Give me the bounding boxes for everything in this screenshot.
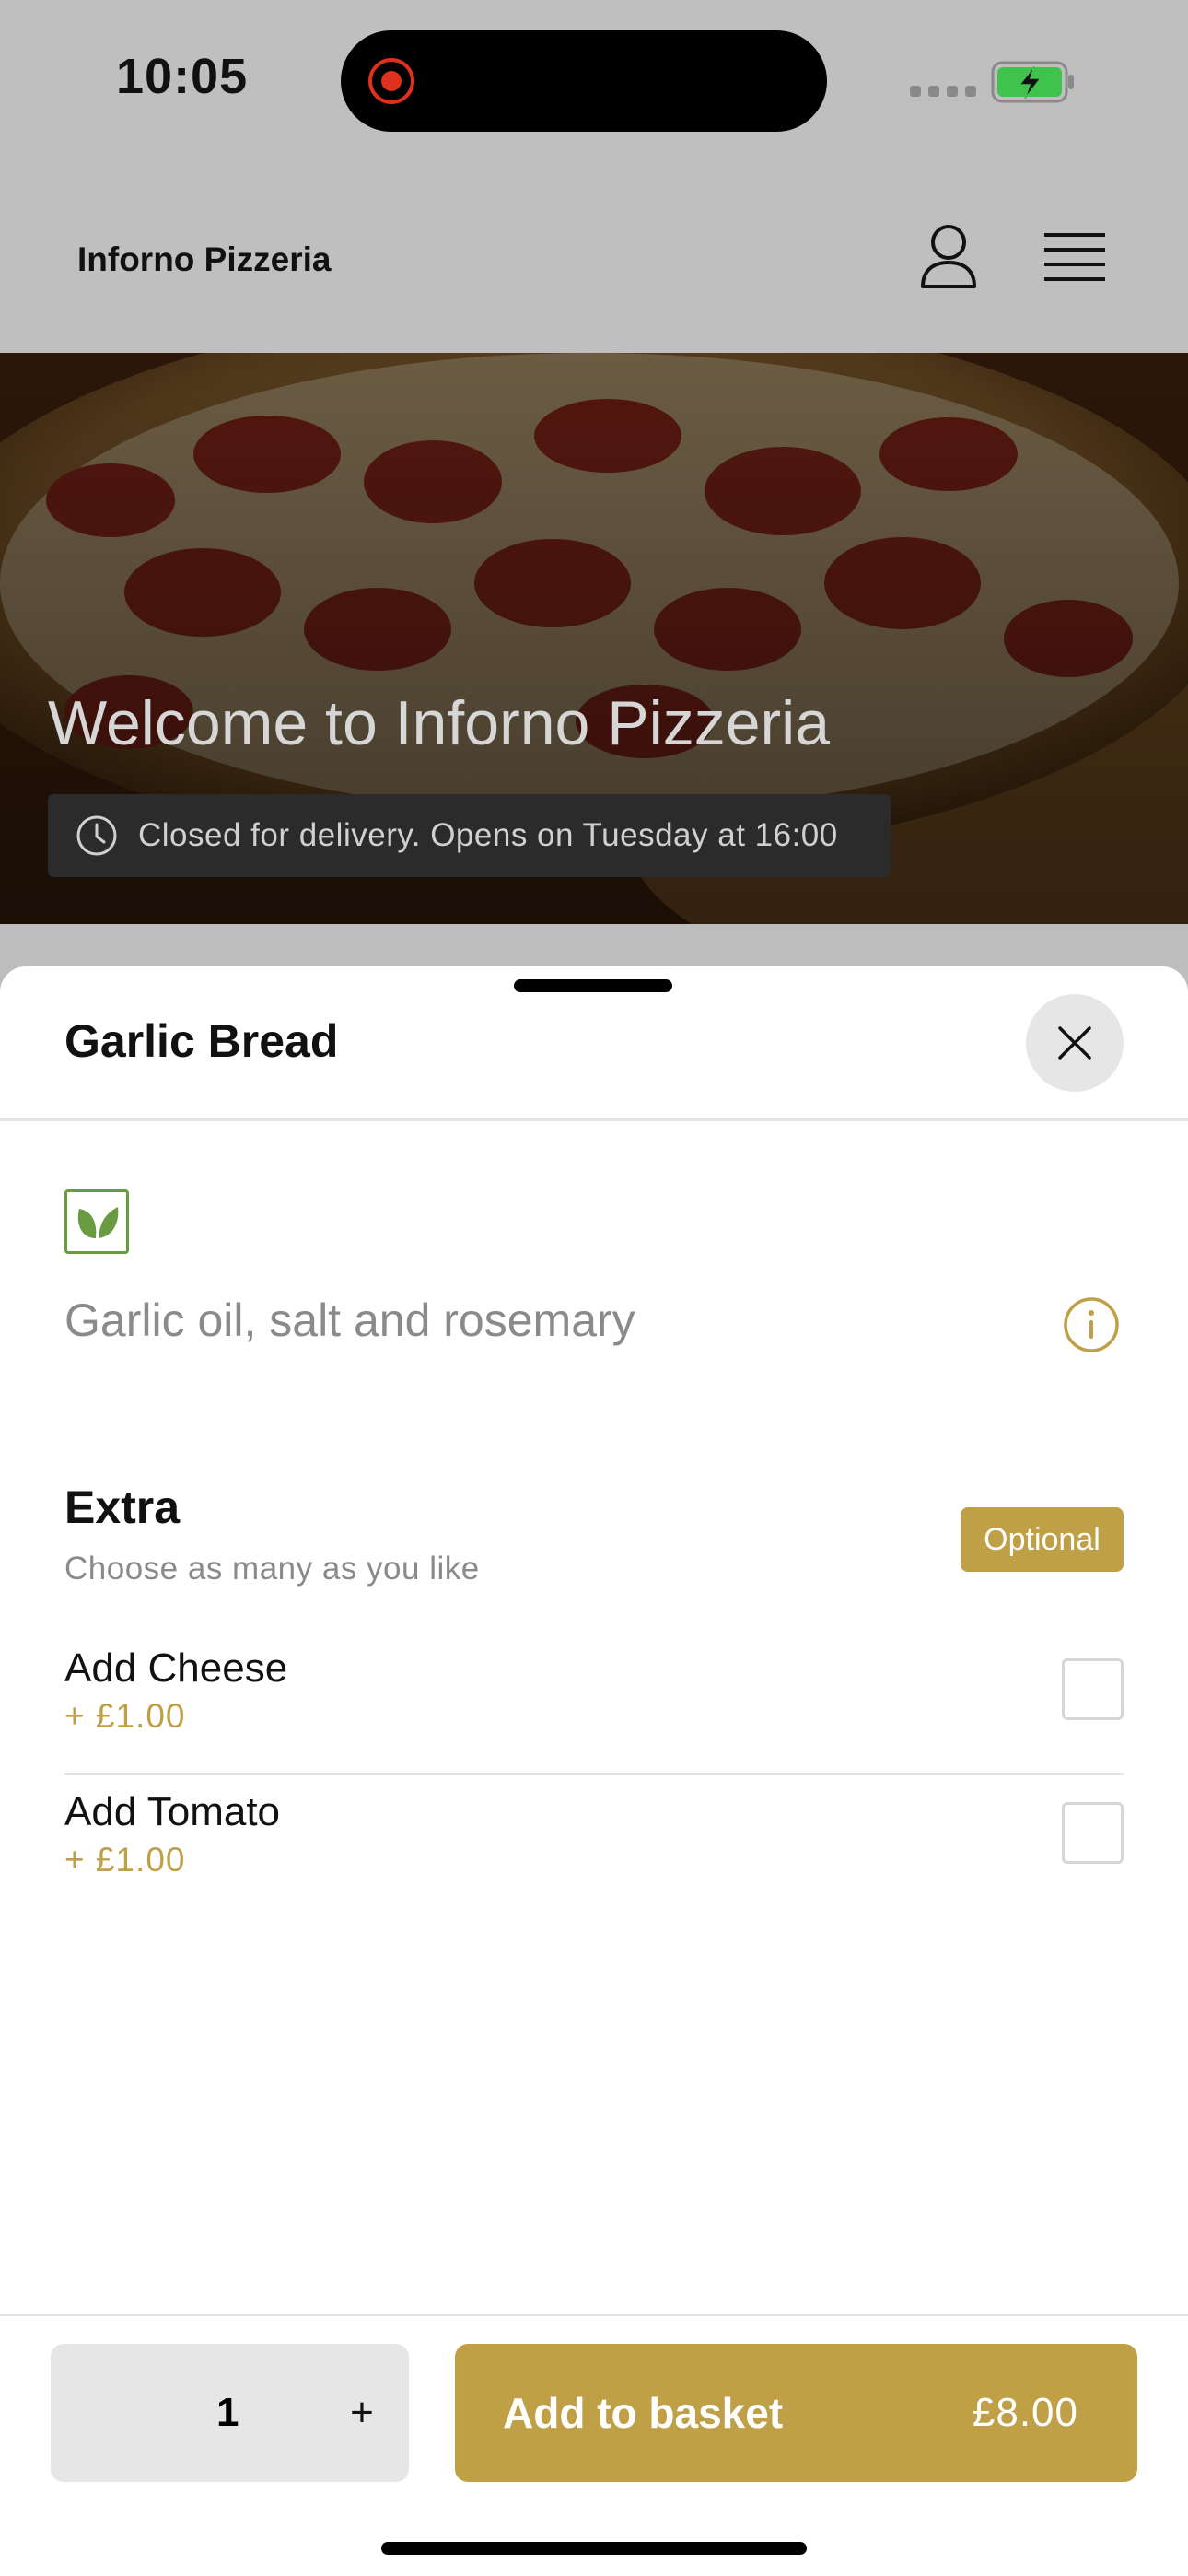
add-to-basket-label: Add to basket <box>503 2389 784 2437</box>
info-icon[interactable] <box>1063 1296 1120 1353</box>
extra-option-add-tomato[interactable]: Add Tomato + £1.00 <box>64 1789 1124 1933</box>
extra-option-add-cheese[interactable]: Add Cheese + £1.00 <box>64 1645 1124 1789</box>
hero-banner: Welcome to Inforno Pizzeria Closed for d… <box>0 353 1188 924</box>
vegetarian-leaf-icon <box>64 1189 129 1254</box>
status-bar: 10:05 <box>0 0 1188 161</box>
option-name: Add Cheese <box>64 1645 288 1691</box>
brand-name[interactable]: Inforno Pizzeria <box>77 240 331 279</box>
screen-recording-icon <box>368 58 414 104</box>
add-to-basket-button[interactable]: Add to basket £8.00 <box>455 2344 1137 2482</box>
close-icon <box>1058 1026 1091 1060</box>
sheet-divider <box>0 1118 1188 1121</box>
close-button[interactable] <box>1026 994 1124 1092</box>
basket-total-price: £8.00 <box>972 2390 1078 2435</box>
footer-divider <box>0 2314 1188 2316</box>
user-icon[interactable] <box>917 222 980 290</box>
hamburger-menu-icon[interactable] <box>1044 231 1105 285</box>
home-indicator[interactable] <box>381 2542 807 2555</box>
clock-icon <box>76 815 117 856</box>
add-tomato-checkbox[interactable] <box>1062 1802 1124 1864</box>
battery-charging-icon <box>991 61 1074 103</box>
sheet-grabber[interactable] <box>514 979 672 992</box>
increase-quantity-button[interactable]: + <box>329 2344 395 2482</box>
option-price: + £1.00 <box>64 1841 186 1879</box>
option-name: Add Tomato <box>64 1789 281 1834</box>
app-header: Inforno Pizzeria <box>0 161 1188 353</box>
quantity-stepper[interactable]: 1 + <box>51 2344 409 2482</box>
delivery-status-text: Closed for delivery. Opens on Tuesday at… <box>138 817 838 853</box>
hero-title: Welcome to Inforno Pizzeria <box>48 688 831 758</box>
signal-icon <box>910 86 976 97</box>
extras-title: Extra <box>64 1481 181 1533</box>
extras-subtitle: Choose as many as you like <box>64 1551 480 1587</box>
optional-badge: Optional <box>961 1507 1124 1572</box>
option-divider <box>64 1773 1124 1775</box>
delivery-status-banner: Closed for delivery. Opens on Tuesday at… <box>48 794 891 877</box>
add-cheese-checkbox[interactable] <box>1062 1658 1124 1720</box>
option-price: + £1.00 <box>64 1697 186 1735</box>
item-description: Garlic oil, salt and rosemary <box>64 1294 635 1346</box>
dynamic-island <box>341 30 827 132</box>
item-detail-sheet: Garlic Bread Garlic oil, salt and rosema… <box>0 966 1188 2576</box>
item-title: Garlic Bread <box>64 1015 339 1067</box>
status-time: 10:05 <box>116 49 249 104</box>
